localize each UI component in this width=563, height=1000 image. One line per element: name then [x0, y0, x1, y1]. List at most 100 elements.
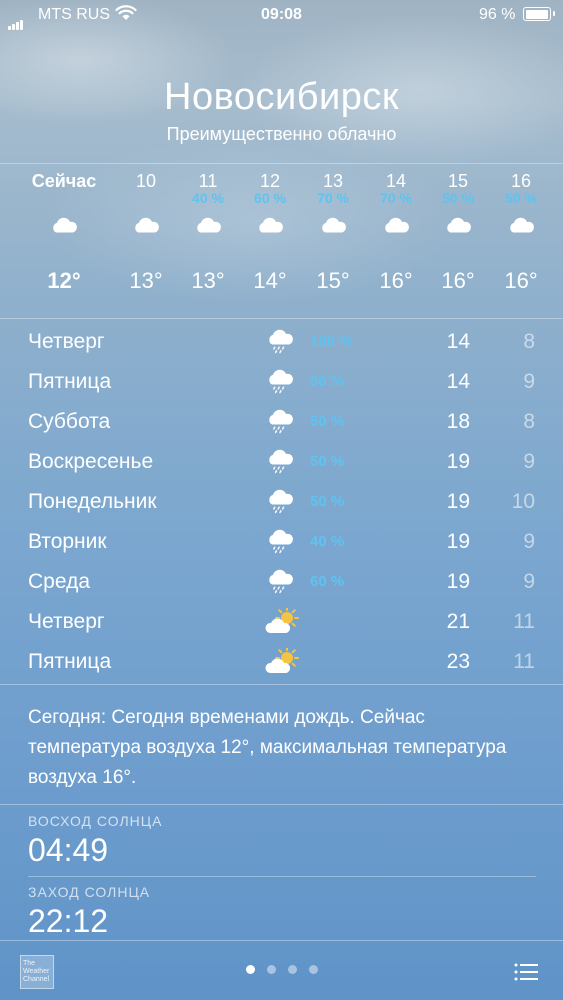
hour-column: 10 13°	[111, 170, 181, 294]
hour-label: Сейчас	[31, 171, 97, 191]
hour-column: 11 40 % 13°	[173, 170, 243, 294]
partly-sunny-icon	[265, 646, 299, 676]
page-dot[interactable]	[245, 965, 255, 974]
rain-cloud-icon	[265, 368, 299, 396]
day-precip: 50 %	[310, 453, 345, 470]
hour-label: 13	[322, 171, 344, 191]
rain-cloud-icon	[423, 216, 493, 244]
page-dot[interactable]	[266, 965, 276, 974]
day-low: 11	[513, 650, 535, 673]
day-row: Суббота 50 % 18 8	[0, 402, 563, 442]
hour-temp: 13°	[191, 268, 225, 293]
hour-temp: 12°	[47, 268, 81, 293]
hour-column: Сейчас 12°	[29, 170, 99, 294]
city-name: Новосибирск	[164, 76, 399, 118]
footer-bar: The Weather Channel	[0, 940, 563, 1000]
hour-precip: 60 %	[254, 190, 286, 206]
cloud-icon	[29, 216, 99, 244]
weather-condition: Преимущественно облачно	[166, 124, 397, 144]
rain-cloud-icon	[361, 216, 431, 244]
rain-cloud-icon	[265, 568, 299, 596]
day-row: Четверг 21 11	[0, 602, 563, 642]
hour-temp: 13°	[129, 268, 163, 293]
hour-column: 16 50 % 16°	[486, 170, 556, 294]
day-low: 9	[523, 450, 535, 473]
divider	[0, 163, 563, 164]
day-row: Четверг 100 % 14 8	[0, 322, 563, 362]
day-row: Пятница 90 % 14 9	[0, 362, 563, 402]
hour-temp: 16°	[441, 268, 475, 293]
page-dot[interactable]	[308, 965, 318, 974]
day-high: 23	[446, 650, 470, 673]
day-precip: 40 %	[310, 533, 345, 550]
hour-column: 12 60 % 14°	[235, 170, 305, 294]
day-low: 11	[513, 610, 535, 633]
day-name: Пятница	[28, 650, 112, 673]
hour-label: 11	[198, 171, 218, 191]
hour-temp: 16°	[504, 268, 538, 293]
page-indicator[interactable]	[0, 965, 563, 974]
hour-precip: 70 %	[317, 190, 349, 206]
day-high: 18	[446, 410, 470, 433]
sunset-label: ЗАХОД СОЛНЦА	[28, 884, 151, 900]
cloud-icon	[111, 216, 181, 244]
day-high: 14	[446, 330, 470, 353]
day-high: 19	[446, 490, 470, 513]
hourly-forecast[interactable]: Сейчас 12° 10 13° 11 40 % 13° 12 60 % 14° 13 70 % 15…	[0, 170, 563, 320]
divider	[0, 804, 563, 805]
hour-temp: 14°	[253, 268, 287, 293]
divider	[0, 318, 563, 319]
sunset-value: 22:12	[28, 903, 109, 939]
hour-precip: 50 %	[442, 190, 474, 206]
day-row: Вторник 40 % 19 9	[0, 522, 563, 562]
day-low: 9	[523, 370, 535, 393]
day-precip: 50 %	[310, 493, 345, 510]
hour-temp: 16°	[379, 268, 413, 293]
partly-sunny-icon	[265, 606, 299, 636]
hour-precip	[111, 190, 181, 206]
page-dot[interactable]	[287, 965, 297, 974]
rain-cloud-icon	[265, 488, 299, 516]
battery-icon	[523, 7, 555, 21]
day-low: 9	[523, 530, 535, 553]
day-row: Понедельник 50 % 19 10	[0, 482, 563, 522]
day-high: 19	[446, 530, 470, 553]
rain-cloud-icon	[486, 216, 556, 244]
hour-precip: 50 %	[505, 190, 537, 206]
hour-column: 14 70 % 16°	[361, 170, 431, 294]
day-name: Понедельник	[28, 490, 157, 513]
hour-label: 10	[135, 171, 157, 191]
day-row: Воскресенье 50 % 19 9	[0, 442, 563, 482]
day-name: Суббота	[28, 410, 111, 433]
cloud-icon	[173, 216, 243, 244]
status-bar: MTS RUS 09:08 96 %	[0, 0, 563, 34]
day-name: Среда	[28, 570, 90, 593]
day-low: 8	[523, 410, 535, 433]
rain-cloud-icon	[265, 528, 299, 556]
rain-cloud-icon	[265, 328, 299, 356]
day-high: 19	[446, 570, 470, 593]
day-low: 9	[523, 570, 535, 593]
day-precip: 90 %	[310, 373, 345, 390]
day-high: 21	[446, 610, 470, 633]
divider	[0, 684, 563, 685]
list-icon[interactable]	[514, 963, 538, 981]
hour-column: 13 70 % 15°	[298, 170, 368, 294]
sunrise-value: 04:49	[28, 832, 109, 868]
hour-precip: 70 %	[380, 190, 412, 206]
day-precip: 100 %	[310, 333, 353, 350]
battery-percent: 96 %	[479, 6, 516, 23]
rain-cloud-icon	[265, 448, 299, 476]
day-name: Четверг	[28, 330, 105, 353]
rain-cloud-icon	[235, 216, 305, 244]
day-high: 14	[446, 370, 470, 393]
rain-cloud-icon	[265, 408, 299, 436]
today-summary: Сегодня: Сегодня временами дождь. Сейчас…	[28, 707, 507, 788]
day-precip: 60 %	[310, 573, 345, 590]
day-row: Пятница 23 11	[0, 642, 563, 682]
day-precip: 50 %	[310, 413, 345, 430]
rain-cloud-icon	[298, 216, 368, 244]
divider	[28, 876, 536, 877]
hour-precip: 40 %	[192, 190, 224, 206]
hour-precip	[29, 190, 99, 206]
